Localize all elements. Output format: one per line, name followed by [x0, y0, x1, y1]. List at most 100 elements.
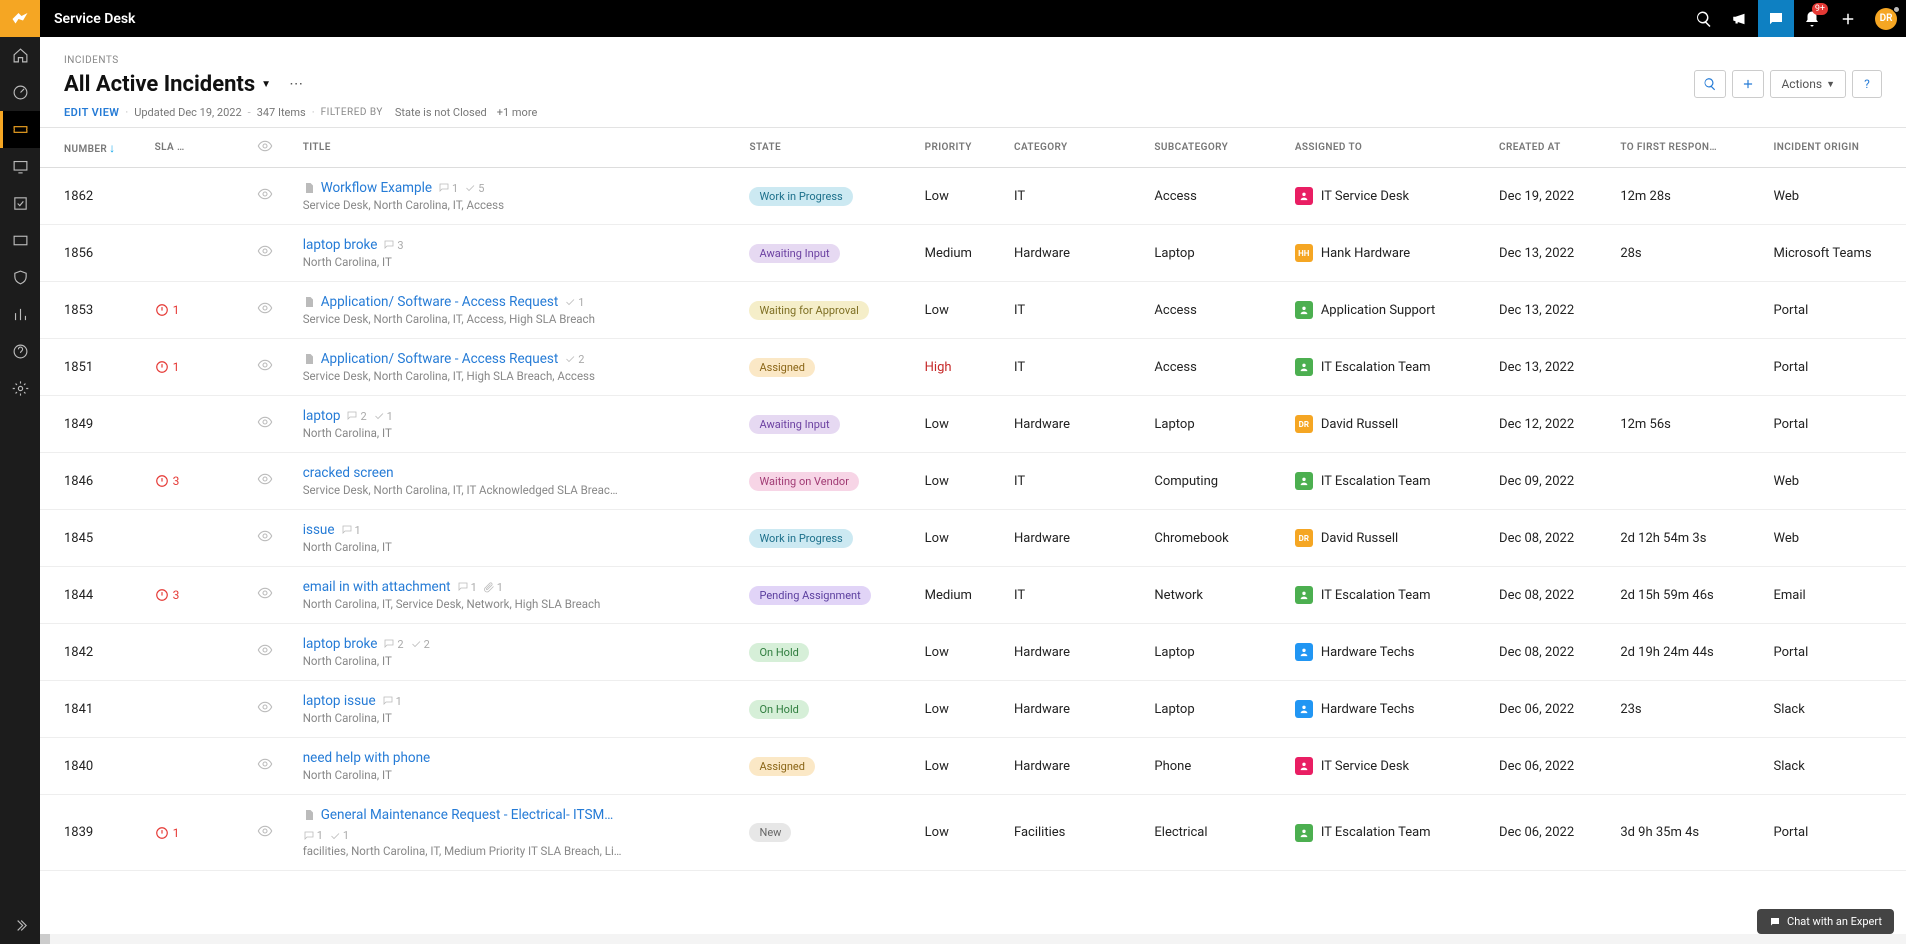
incident-link[interactable]: Application/ Software - Access Request	[321, 294, 559, 310]
horizontal-scrollbar[interactable]	[40, 934, 1906, 944]
col-sla[interactable]: SLA …	[147, 128, 249, 168]
col-created[interactable]: CREATED AT	[1491, 128, 1612, 168]
cell-watch[interactable]	[249, 453, 295, 510]
nav-reports[interactable]	[0, 296, 40, 333]
more-menu[interactable]: ⋯	[289, 76, 303, 92]
incident-link[interactable]: cracked screen	[303, 465, 394, 481]
cell-number: 1841	[40, 681, 147, 738]
edit-view-link[interactable]: EDIT VIEW	[64, 106, 119, 119]
announce-button[interactable]	[1722, 0, 1758, 37]
header-add-button[interactable]	[1732, 70, 1764, 98]
cell-title: Application/ Software - Access Request2 …	[295, 339, 742, 396]
col-number[interactable]: NUMBER↓	[40, 128, 147, 168]
cell-priority: Low	[917, 795, 1006, 871]
nav-tasks[interactable]	[0, 185, 40, 222]
col-firstresp[interactable]: TO FIRST RESPON…	[1612, 128, 1765, 168]
cell-sla: 3	[147, 567, 249, 624]
cell-watch[interactable]	[249, 225, 295, 282]
header-help-button[interactable]: ?	[1852, 70, 1882, 98]
table-row[interactable]: 1853 1 Application/ Software - Access Re…	[40, 282, 1906, 339]
incident-link[interactable]: laptop broke	[303, 237, 378, 253]
eye-icon	[257, 138, 273, 154]
nav-tickets[interactable]	[0, 111, 40, 148]
table-row[interactable]: 1849 laptop21 North Carolina, IT Awaitin…	[40, 396, 1906, 453]
nav-assets[interactable]	[0, 148, 40, 185]
cell-watch[interactable]	[249, 738, 295, 795]
incident-link[interactable]: laptop broke	[303, 636, 378, 652]
table-row[interactable]: 1844 3 email in with attachment11 North …	[40, 567, 1906, 624]
cell-watch[interactable]	[249, 624, 295, 681]
cell-assignee: DRDavid Russell	[1287, 510, 1491, 567]
eye-icon	[257, 243, 273, 259]
page-title-text: All Active Incidents	[64, 72, 255, 97]
nav-help[interactable]	[0, 333, 40, 370]
add-button[interactable]	[1830, 0, 1866, 37]
notifications-button[interactable]: 9+	[1794, 0, 1830, 37]
cell-subcategory: Laptop	[1146, 681, 1286, 738]
profile-button[interactable]: DR	[1866, 0, 1906, 37]
table-row[interactable]: 1856 laptop broke3 North Carolina, IT Aw…	[40, 225, 1906, 282]
cell-watch[interactable]	[249, 681, 295, 738]
cell-subcategory: Laptop	[1146, 225, 1286, 282]
help-icon: ?	[1864, 77, 1870, 91]
incident-link[interactable]: Workflow Example	[321, 180, 432, 196]
col-watch[interactable]	[249, 128, 295, 168]
nav-home[interactable]	[0, 37, 40, 74]
incident-link[interactable]: Application/ Software - Access Request	[321, 351, 559, 367]
col-priority[interactable]: PRIORITY	[917, 128, 1006, 168]
header-search-button[interactable]	[1694, 70, 1726, 98]
incident-link[interactable]: laptop	[303, 408, 341, 424]
cell-created: Dec 13, 2022	[1491, 339, 1612, 396]
table-row[interactable]: 1851 1 Application/ Software - Access Re…	[40, 339, 1906, 396]
col-category[interactable]: CATEGORY	[1006, 128, 1146, 168]
table-row[interactable]: 1842 laptop broke22 North Carolina, IT O…	[40, 624, 1906, 681]
actions-dropdown[interactable]: Actions ▼	[1770, 70, 1846, 98]
incident-tags: North Carolina, IT	[303, 255, 623, 269]
table-row[interactable]: 1845 issue1 North Carolina, IT Work in P…	[40, 510, 1906, 567]
incident-link[interactable]: email in with attachment	[303, 579, 451, 595]
nav-knowledge[interactable]	[0, 222, 40, 259]
cell-watch[interactable]	[249, 339, 295, 396]
table-row[interactable]: 1841 laptop issue1 North Carolina, IT On…	[40, 681, 1906, 738]
cell-category: Hardware	[1006, 624, 1146, 681]
filter-more[interactable]: +1 more	[497, 106, 538, 119]
nav-settings[interactable]	[0, 370, 40, 407]
cell-watch[interactable]	[249, 282, 295, 339]
cell-created: Dec 09, 2022	[1491, 453, 1612, 510]
col-title[interactable]: TITLE	[295, 128, 742, 168]
state-pill: On Hold	[749, 643, 808, 662]
cell-watch[interactable]	[249, 795, 295, 871]
cell-number: 1845	[40, 510, 147, 567]
eye-icon	[257, 585, 273, 601]
logo[interactable]	[0, 0, 40, 37]
cell-category: Hardware	[1006, 225, 1146, 282]
nav-dashboard[interactable]	[0, 74, 40, 111]
assignee-name: IT Escalation Team	[1321, 474, 1431, 489]
table-row[interactable]: 1840 need help with phone North Carolina…	[40, 738, 1906, 795]
col-assigned[interactable]: ASSIGNED TO	[1287, 128, 1491, 168]
nav-expand[interactable]	[0, 907, 40, 944]
table-row[interactable]: 1846 3 cracked screen Service Desk, Nort…	[40, 453, 1906, 510]
cell-sla	[147, 510, 249, 567]
cell-watch[interactable]	[249, 510, 295, 567]
cell-watch[interactable]	[249, 396, 295, 453]
incident-link[interactable]: need help with phone	[303, 750, 431, 766]
chat-widget[interactable]: Chat with an Expert	[1757, 909, 1894, 934]
chat-button[interactable]	[1758, 0, 1794, 37]
check-icon	[464, 182, 476, 194]
incident-link[interactable]: General Maintenance Request - Electrical…	[321, 807, 614, 823]
col-state[interactable]: STATE	[741, 128, 916, 168]
col-origin[interactable]: INCIDENT ORIGIN	[1765, 128, 1906, 168]
cell-watch[interactable]	[249, 168, 295, 225]
eye-icon	[257, 756, 273, 772]
cell-watch[interactable]	[249, 567, 295, 624]
incident-link[interactable]: issue	[303, 522, 335, 538]
search-button[interactable]	[1686, 0, 1722, 37]
page-title[interactable]: All Active Incidents ▼	[64, 72, 271, 97]
table-row[interactable]: 1839 1 General Maintenance Request - Ele…	[40, 795, 1906, 871]
incident-link[interactable]: laptop issue	[303, 693, 376, 709]
person-icon	[1299, 476, 1309, 486]
table-row[interactable]: 1862 Workflow Example15 Service Desk, No…	[40, 168, 1906, 225]
col-subcategory[interactable]: SUBCATEGORY	[1146, 128, 1286, 168]
nav-security[interactable]	[0, 259, 40, 296]
